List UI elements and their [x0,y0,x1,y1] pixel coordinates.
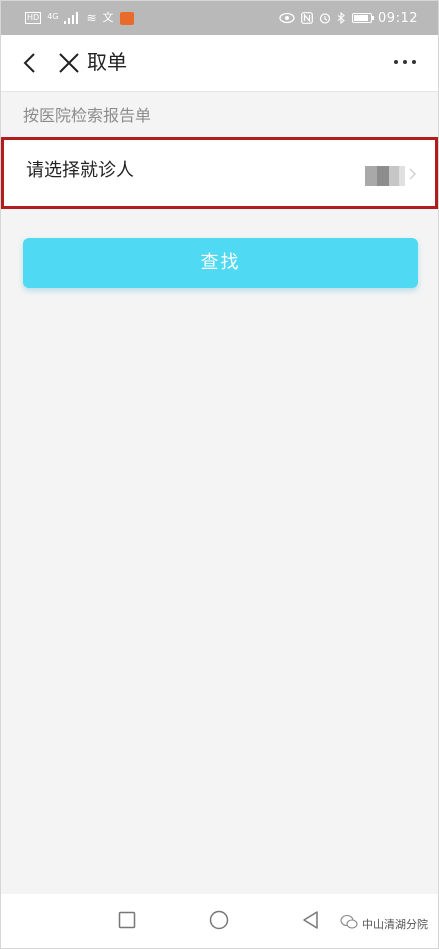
select-patient-row[interactable]: 请选择就诊人 [1,137,438,209]
status-left: HD 4G ≋ 文 [25,10,134,26]
watermark: 中山清湖分院 [340,914,428,934]
battery-icon [352,13,375,23]
signal-icon [64,12,80,24]
bluetooth-icon [337,11,346,25]
wifi-icon: ≋ [86,11,97,25]
phone-screen: HD 4G ≋ 文 09:12 取单 按医院检索报告单 请选择就诊人 查找 中山… [0,0,439,949]
app-icon [119,11,134,25]
back-chevron-icon[interactable] [17,49,45,77]
status-time: 09:12 [378,10,418,26]
status-right: 09:12 [279,10,418,26]
nav-bar: 取单 [1,35,438,92]
section-label: 按医院检索报告单 [23,106,152,125]
chevron-right-icon [407,166,417,180]
wechat-logo-icon [340,914,358,934]
status-bar: HD 4G ≋ 文 09:12 [1,1,438,35]
search-button[interactable]: 查找 [23,238,418,288]
patient-value-blurred [365,166,405,186]
home-circle-icon[interactable] [209,910,229,930]
select-patient-label: 请选择就诊人 [26,160,134,181]
close-icon[interactable] [55,49,83,77]
more-dots-icon[interactable] [394,57,416,67]
watermark-text: 中山清湖分院 [362,918,428,931]
recent-apps-square-icon[interactable] [118,911,136,929]
network-type: 4G [47,12,59,21]
system-nav-bar: 中山清湖分院 [1,894,438,948]
alarm-icon [319,12,331,24]
back-triangle-icon[interactable] [301,910,321,930]
nfc-icon [301,12,313,24]
eye-icon [279,12,295,24]
page-title: 取单 [87,50,127,74]
hd-icon: HD [25,12,42,24]
wave-icon: 文 [102,11,114,24]
